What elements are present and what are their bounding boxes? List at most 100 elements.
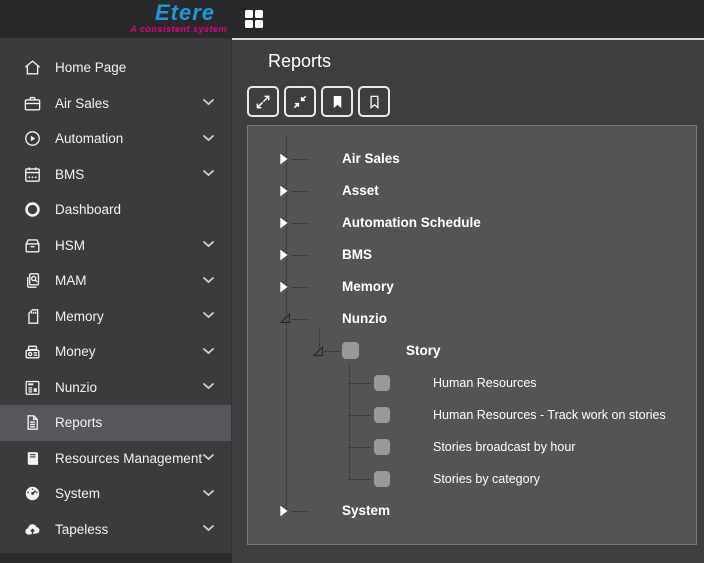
chevron-down-icon[interactable]: [203, 99, 214, 106]
tree-item-nunzio[interactable]: Nunzio: [248, 303, 696, 335]
sidebar-item-mam[interactable]: MAM: [0, 263, 231, 299]
circle-icon: [22, 200, 42, 220]
toolbar: [247, 86, 390, 117]
sidebar-item-bms[interactable]: BMS: [0, 157, 231, 193]
reports-tree-panel: Air Sales Asset Automation Schedule BMS …: [247, 125, 697, 545]
tree-item-checkbox[interactable]: [374, 375, 390, 391]
sidebar-item-nunzio[interactable]: Nunzio: [0, 370, 231, 406]
tree-item-label[interactable]: Human Resources: [433, 367, 537, 399]
tree-expander-expanded-icon[interactable]: [313, 346, 324, 357]
sidebar-item-label: Automation: [55, 131, 123, 146]
sidebar-item-tapeless[interactable]: Tapeless: [0, 512, 231, 548]
tree-item-label[interactable]: Automation Schedule: [342, 207, 481, 239]
sidebar-item-money[interactable]: Money: [0, 334, 231, 370]
sidebar-item-reports[interactable]: Reports: [0, 405, 231, 441]
tree-item-system[interactable]: System: [248, 495, 696, 527]
chevron-down-icon[interactable]: [203, 170, 214, 177]
sidebar-item-label: Reports: [55, 415, 102, 430]
briefcase-icon: [22, 93, 42, 113]
chevron-down-icon[interactable]: [203, 312, 214, 319]
chevron-down-icon[interactable]: [203, 525, 214, 532]
logo: Etere A consistent system: [0, 0, 232, 38]
tree-item-stories-by-category[interactable]: Stories by category: [248, 463, 696, 495]
chevron-down-icon[interactable]: [203, 490, 214, 497]
sd-card-icon: [22, 306, 42, 326]
sidebar-item-air-sales[interactable]: Air Sales: [0, 86, 231, 122]
sidebar-item-label: Money: [55, 344, 96, 359]
tree-item-label[interactable]: Stories broadcast by hour: [433, 431, 575, 463]
tree-expander-collapsed-icon[interactable]: [280, 249, 288, 261]
tree-expander-collapsed-icon[interactable]: [280, 281, 288, 293]
cloud-upload-icon: [22, 519, 42, 539]
tree-item-human-resources-track-work[interactable]: Human Resources - Track work on stories: [248, 399, 696, 431]
tree: Air Sales Asset Automation Schedule BMS …: [248, 126, 696, 527]
sidebar-item-hsm[interactable]: HSM: [0, 228, 231, 264]
apps-grid-icon: [244, 9, 264, 29]
tree-item-automation-schedule[interactable]: Automation Schedule: [248, 207, 696, 239]
calendar-icon: [22, 164, 42, 184]
chevron-down-icon[interactable]: [203, 383, 214, 390]
collapse-icon: [292, 94, 308, 110]
sidebar-item-label: Tapeless: [55, 522, 108, 537]
bookmark-filled-button[interactable]: [321, 86, 353, 117]
tree-item-label[interactable]: Memory: [342, 271, 394, 303]
tree-item-label[interactable]: Human Resources - Track work on stories: [433, 399, 666, 431]
sidebar-item-home-page[interactable]: Home Page: [0, 50, 231, 86]
report-document-icon: [22, 413, 42, 433]
tree-item-air-sales[interactable]: Air Sales: [248, 143, 696, 175]
tree-item-label[interactable]: System: [342, 495, 390, 527]
sidebar-item-label: BMS: [55, 167, 84, 182]
collapse-all-button[interactable]: [284, 86, 316, 117]
tree-expander-collapsed-icon[interactable]: [280, 185, 288, 197]
tree-item-checkbox[interactable]: [342, 342, 359, 359]
sidebar-footer: [0, 553, 232, 563]
tree-item-label[interactable]: Air Sales: [342, 143, 400, 175]
chevron-down-icon[interactable]: [203, 241, 214, 248]
expand-icon: [255, 94, 271, 110]
sidebar-item-system[interactable]: System: [0, 476, 231, 512]
sidebar-item-label: Memory: [55, 309, 104, 324]
tree-item-story[interactable]: Story: [248, 335, 696, 367]
tree-item-checkbox[interactable]: [374, 471, 390, 487]
main-content: Reports: [232, 38, 704, 563]
tree-item-memory[interactable]: Memory: [248, 271, 696, 303]
tree-expander-collapsed-icon[interactable]: [280, 217, 288, 229]
sidebar: Home Page Air Sales Automation BMS Dashb…: [0, 38, 232, 553]
tree-item-label[interactable]: Story: [406, 335, 441, 367]
logo-title: Etere: [155, 0, 215, 26]
bookmark-filled-icon: [330, 94, 345, 110]
tree-item-label[interactable]: Asset: [342, 175, 379, 207]
archive-icon: [22, 235, 42, 255]
cash-register-icon: [22, 342, 42, 362]
sidebar-item-memory[interactable]: Memory: [0, 299, 231, 335]
chevron-down-icon[interactable]: [203, 135, 214, 142]
tree-expander-collapsed-icon[interactable]: [280, 505, 288, 517]
tree-item-label[interactable]: BMS: [342, 239, 372, 271]
sidebar-item-label: Home Page: [55, 60, 126, 75]
tree-expander-expanded-icon[interactable]: [280, 313, 291, 324]
play-circle-icon: [22, 129, 42, 149]
tree-item-checkbox[interactable]: [374, 439, 390, 455]
tree-item-asset[interactable]: Asset: [248, 175, 696, 207]
sidebar-item-label: Air Sales: [55, 96, 109, 111]
tree-item-label[interactable]: Stories by category: [433, 463, 540, 495]
expand-all-button[interactable]: [247, 86, 279, 117]
apps-grid-icon[interactable]: [243, 9, 265, 31]
tree-item-bms[interactable]: BMS: [248, 239, 696, 271]
document-search-icon: [22, 271, 42, 291]
book-icon: [22, 448, 42, 468]
tree-item-stories-broadcast-by-hour[interactable]: Stories broadcast by hour: [248, 431, 696, 463]
bookmark-outline-button[interactable]: [358, 86, 390, 117]
tree-expander-collapsed-icon[interactable]: [280, 153, 288, 165]
chevron-down-icon[interactable]: [203, 454, 214, 461]
chevron-down-icon[interactable]: [203, 348, 214, 355]
tree-item-label[interactable]: Nunzio: [342, 303, 387, 335]
logo-tagline: A consistent system: [130, 24, 227, 34]
chevron-down-icon[interactable]: [203, 277, 214, 284]
sidebar-item-resources-management[interactable]: Resources Management: [0, 441, 231, 477]
tree-item-checkbox[interactable]: [374, 407, 390, 423]
sidebar-item-dashboard[interactable]: Dashboard: [0, 192, 231, 228]
sidebar-item-label: System: [55, 486, 100, 501]
tree-item-human-resources[interactable]: Human Resources: [248, 367, 696, 399]
sidebar-item-automation[interactable]: Automation: [0, 121, 231, 157]
